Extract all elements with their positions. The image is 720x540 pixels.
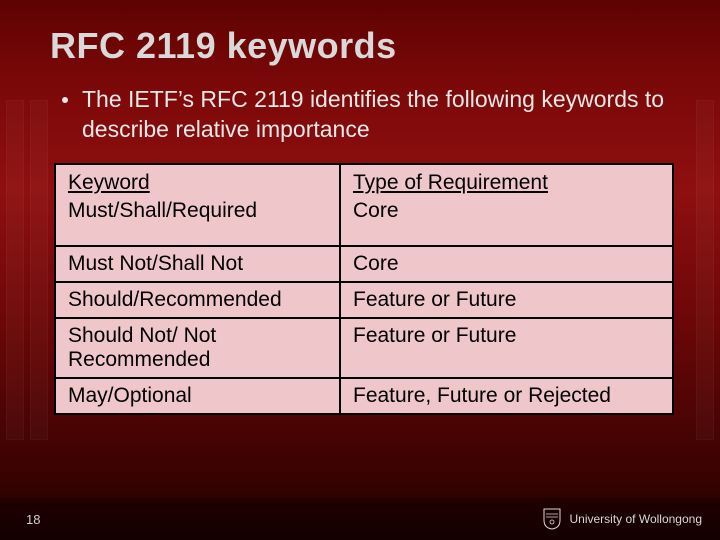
table-row: Should Not/ Not Recommended Feature or F… — [55, 318, 673, 378]
bullet-text: The IETF’s RFC 2119 identifies the follo… — [82, 85, 670, 145]
table-header-type: Type of Requirement — [340, 164, 673, 199]
cell-type: Core — [340, 199, 673, 246]
table-row: May/Optional Feature, Future or Rejected — [55, 378, 673, 414]
cell-type: Feature or Future — [340, 282, 673, 318]
cell-keyword: Must Not/Shall Not — [55, 246, 340, 282]
cell-type: Feature or Future — [340, 318, 673, 378]
table-row: Must/Shall/Required Core — [55, 199, 673, 246]
cell-keyword: May/Optional — [55, 378, 340, 414]
page-title: RFC 2119 keywords — [50, 25, 670, 67]
slide-container: RFC 2119 keywords The IETF’s RFC 2119 id… — [0, 0, 720, 540]
cell-keyword: Must/Shall/Required — [55, 199, 340, 246]
brand-area: University of Wollongong — [543, 508, 702, 530]
cell-keyword: Should/Recommended — [55, 282, 340, 318]
bullet-item: The IETF’s RFC 2119 identifies the follo… — [62, 85, 670, 145]
keywords-table: Keyword Type of Requirement Must/Shall/R… — [54, 163, 674, 415]
page-number: 18 — [26, 512, 40, 527]
bullet-dot-icon — [62, 97, 68, 103]
table-header-keyword: Keyword — [55, 164, 340, 199]
cell-keyword: Should Not/ Not Recommended — [55, 318, 340, 378]
table-row: Should/Recommended Feature or Future — [55, 282, 673, 318]
table-row: Must Not/Shall Not Core — [55, 246, 673, 282]
table-header-row: Keyword Type of Requirement — [55, 164, 673, 199]
cell-type: Feature, Future or Rejected — [340, 378, 673, 414]
footer-bar: 18 University of Wollongong — [0, 498, 720, 540]
university-crest-icon — [543, 508, 561, 530]
cell-type: Core — [340, 246, 673, 282]
brand-text: University of Wollongong — [569, 512, 702, 526]
